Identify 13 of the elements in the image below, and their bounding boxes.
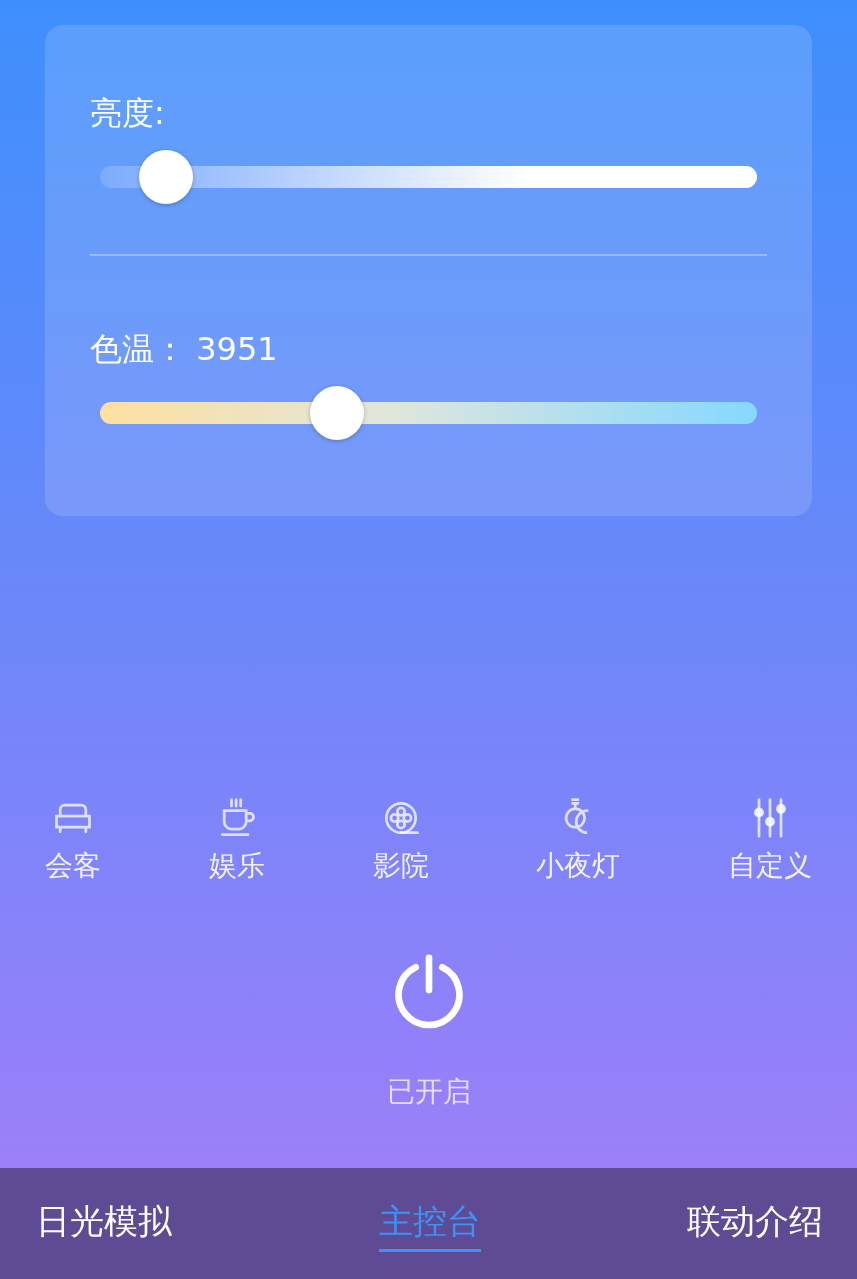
scene-label[interactable]: 自定义 bbox=[728, 848, 812, 884]
tab[interactable]: 联动介绍 bbox=[687, 1195, 823, 1252]
tab[interactable]: 主控台 bbox=[378, 1195, 481, 1252]
scene-label[interactable]: 小夜灯 bbox=[536, 848, 621, 884]
slider-label: 色温： 3951 bbox=[90, 329, 279, 369]
tab[interactable]: 日光模拟 bbox=[36, 1195, 172, 1252]
scene-label[interactable]: 影院 bbox=[372, 848, 429, 884]
scene-label[interactable]: 娱乐 bbox=[208, 848, 265, 884]
slider-thumb[interactable] bbox=[138, 150, 193, 204]
slider-label: 亮度: bbox=[90, 93, 166, 133]
power-status: 已开启 bbox=[386, 1074, 471, 1110]
slider-thumb[interactable] bbox=[309, 386, 364, 440]
scene-label[interactable]: 会客 bbox=[45, 848, 101, 884]
